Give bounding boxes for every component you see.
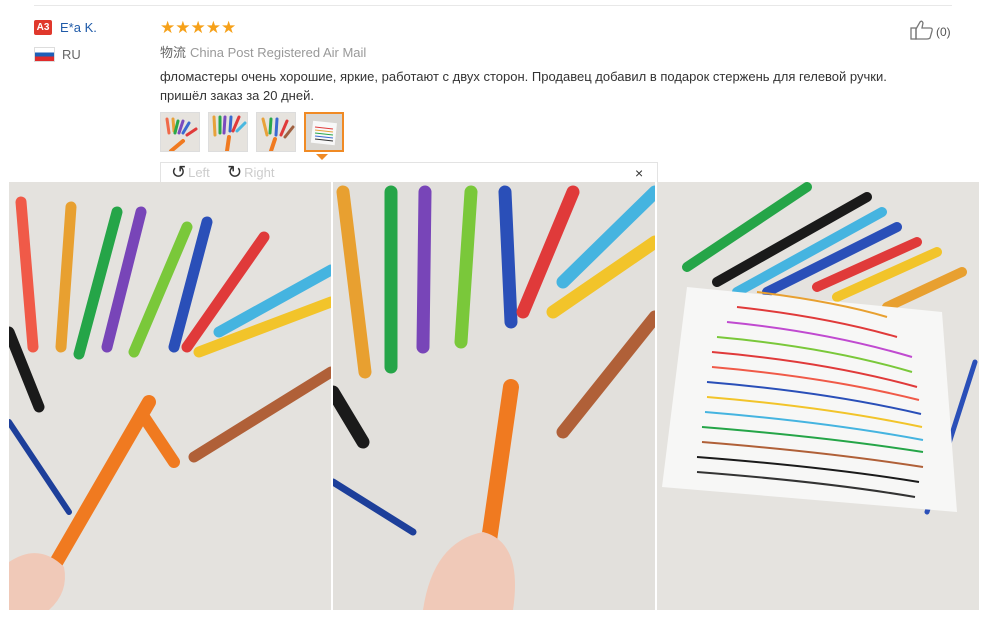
rotate-right-label: Right [244,164,275,180]
review-text: фломастеры очень хорошие, яркие, работаю… [160,67,950,105]
user-level-badge: A3 [34,20,52,35]
rotate-right-icon: ↻ [227,162,243,182]
rating-stars: ★★★★★ [160,18,237,37]
shipping-info: 物流 China Post Registered Air Mail [160,42,366,61]
photo-thumbnail[interactable] [256,112,296,152]
photo-thumbnails [160,112,352,152]
photo-panel [657,182,979,610]
reviewer-country: RU [62,47,81,62]
rotate-right-button[interactable]: ↻ Right [227,162,275,182]
enlarged-photo [9,182,981,610]
photo-viewer-toolbar: ↺ Left ↻ Right × [160,162,658,182]
helpful-count: (0) [936,24,951,39]
rotate-left-label: Left [188,164,210,180]
thumbs-up-icon[interactable] [910,20,934,43]
review-text-line: фломастеры очень хорошие, яркие, работаю… [160,69,887,84]
reviewer-info: A3 E*a K. RU [34,20,97,62]
shipping-label: 物流 [160,45,187,60]
shipping-method: China Post Registered Air Mail [190,45,367,60]
close-icon[interactable]: × [635,165,643,181]
active-thumbnail-pointer [316,154,328,160]
photo-panel [9,182,331,610]
top-divider [34,5,952,6]
photo-thumbnail[interactable] [160,112,200,152]
photo-thumbnail-active[interactable] [304,112,344,152]
helpful-button[interactable]: (0) [910,20,951,43]
rotate-left-icon: ↺ [171,162,187,182]
photo-thumbnail[interactable] [208,112,248,152]
photo-panel [333,182,655,610]
review-text-line: пришёл заказ за 20 дней. [160,88,314,103]
reviewer-name[interactable]: E*a K. [60,20,97,35]
rotate-left-button[interactable]: ↺ Left [171,162,210,182]
russia-flag-icon [34,47,55,62]
